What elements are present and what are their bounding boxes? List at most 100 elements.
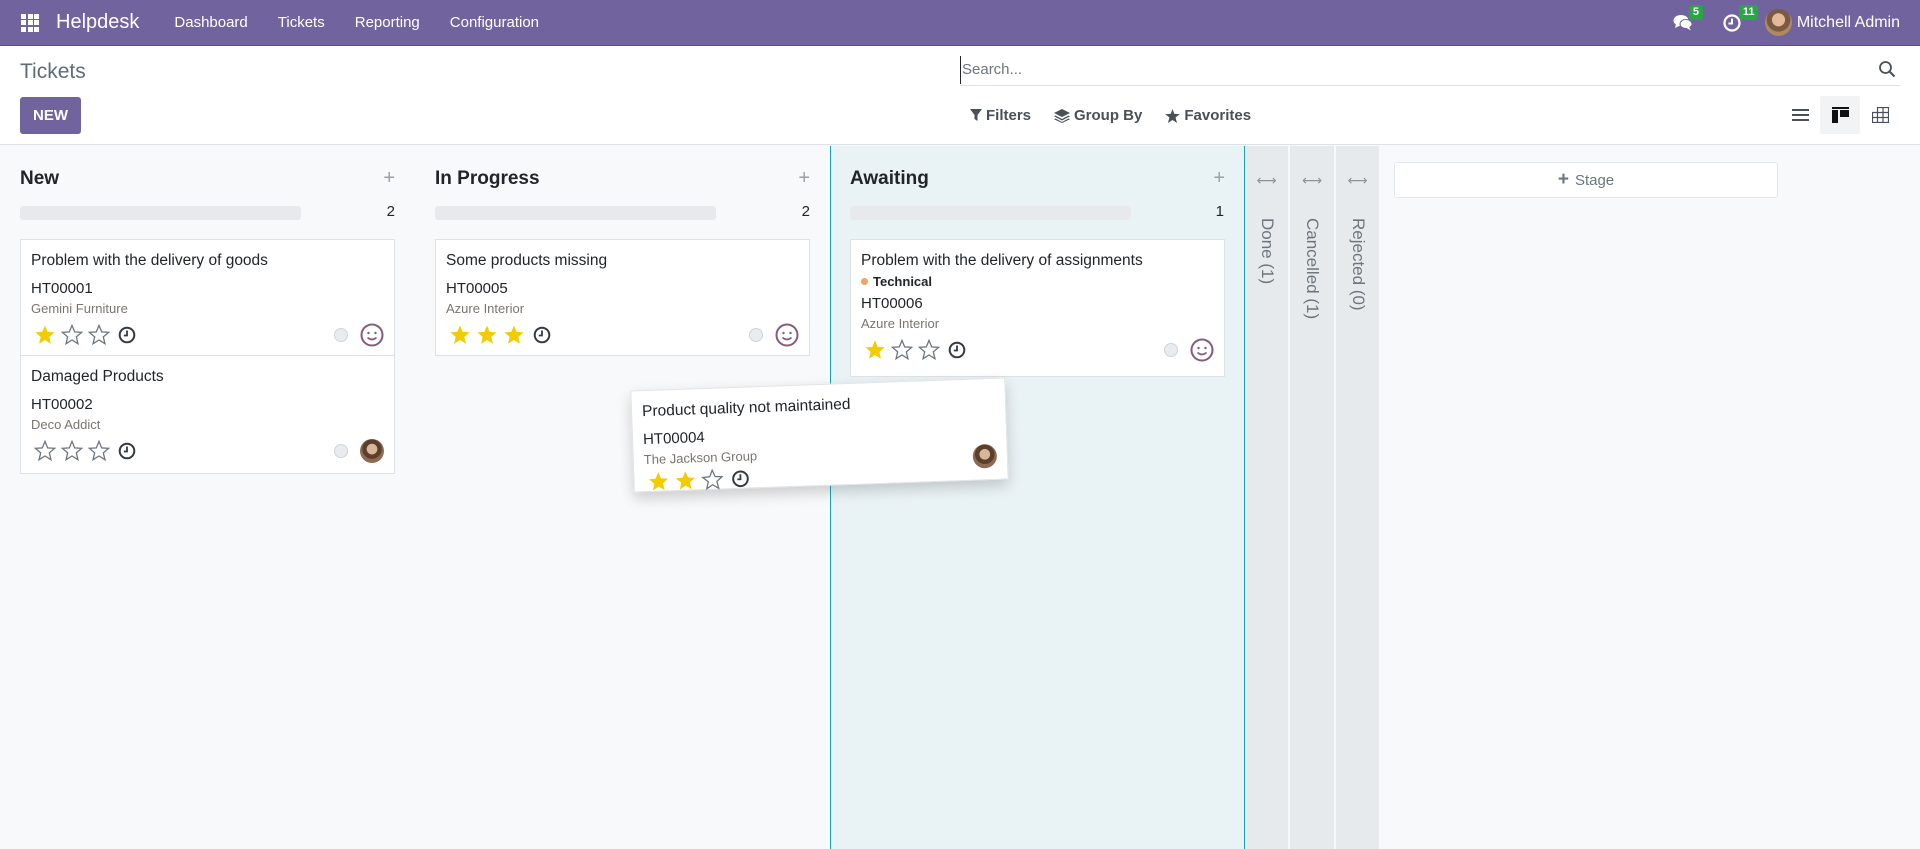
column-count: 1: [1215, 203, 1224, 220]
star-filled-icon[interactable]: [671, 468, 699, 493]
column-progress-bar[interactable]: [20, 206, 301, 220]
star-empty-icon[interactable]: [85, 323, 112, 347]
ticket-title: Damaged Products: [31, 368, 164, 385]
column-title[interactable]: In Progress: [435, 168, 540, 189]
folded-column-rejected[interactable]: ⟷ Rejected (0): [1336, 146, 1379, 849]
star-empty-icon[interactable]: [888, 338, 915, 362]
messages-button[interactable]: 5: [1673, 5, 1703, 31]
kanban-state-indicator[interactable]: [1164, 343, 1178, 357]
star-filled-icon[interactable]: [446, 323, 473, 347]
menu-reporting[interactable]: Reporting: [355, 14, 420, 31]
column-title[interactable]: Awaiting: [850, 168, 929, 189]
assignee-avatar[interactable]: [972, 443, 998, 469]
menu-configuration[interactable]: Configuration: [450, 14, 539, 31]
filters-button[interactable]: Filters: [970, 107, 1031, 124]
activities-count-badge: 11: [1738, 4, 1759, 20]
star-empty-icon[interactable]: [31, 439, 58, 463]
star-filled-icon[interactable]: [644, 469, 672, 494]
kanban-state-indicator[interactable]: [334, 444, 348, 458]
view-switcher: [1780, 96, 1900, 134]
search-input[interactable]: [960, 55, 1860, 84]
activity-clock-icon[interactable]: [533, 326, 551, 344]
column-header: Awaiting +: [850, 168, 1225, 192]
star-filled-icon[interactable]: [861, 338, 888, 362]
favorites-label: Favorites: [1184, 107, 1252, 124]
ticket-partner: Gemini Furniture: [31, 301, 128, 316]
smiley-avatar-icon[interactable]: [360, 323, 384, 347]
column-progress-bar[interactable]: [850, 206, 1131, 220]
filters-label: Filters: [986, 107, 1032, 124]
ticket-partner: Azure Interior: [861, 316, 940, 331]
ticket-partner: Azure Interior: [446, 301, 525, 316]
ticket-ref: HT00006: [861, 295, 923, 312]
ticket-title: Some products missing: [446, 252, 608, 269]
star-empty-icon[interactable]: [58, 439, 85, 463]
quick-create-icon[interactable]: +: [1213, 168, 1225, 188]
kanban-column-in-progress: In Progress + 2 Some products missing HT…: [415, 146, 830, 849]
menu-dashboard[interactable]: Dashboard: [174, 14, 247, 31]
activity-clock-icon[interactable]: [948, 341, 966, 359]
ticket-card[interactable]: Problem with the delivery of goods HT000…: [20, 239, 395, 356]
ticket-card[interactable]: Damaged Products HT00002 Deco Addict: [20, 356, 395, 474]
smiley-avatar-icon[interactable]: [775, 323, 799, 347]
group-by-label: Group By: [1074, 107, 1143, 124]
apps-menu-icon[interactable]: [21, 13, 39, 32]
ticket-card[interactable]: Problem with the delivery of assignments…: [850, 239, 1225, 377]
page-title: Tickets: [20, 60, 86, 83]
ticket-ref: HT00005: [446, 280, 508, 297]
priority-stars: [31, 439, 112, 463]
star-empty-icon[interactable]: [915, 338, 942, 362]
search-options: Filters Group By Favorites: [970, 107, 1274, 124]
ticket-title: Problem with the delivery of goods: [31, 252, 268, 269]
kanban-state-indicator[interactable]: [749, 328, 763, 342]
new-button[interactable]: NEW: [20, 97, 81, 134]
star-filled-icon[interactable]: [31, 323, 58, 347]
column-count: 2: [801, 203, 810, 220]
folded-column-label: Rejected (0): [1348, 218, 1368, 311]
dragged-ticket-card[interactable]: Product quality not maintained HT00004 T…: [630, 377, 1009, 494]
quick-create-icon[interactable]: +: [383, 168, 395, 188]
star-filled-icon[interactable]: [473, 323, 500, 347]
assignee-avatar[interactable]: [360, 439, 384, 463]
column-progress-bar[interactable]: [435, 206, 716, 220]
ticket-title: Problem with the delivery of assignments: [861, 252, 1143, 269]
messages-count-badge: 5: [1688, 5, 1703, 20]
column-header: In Progress +: [435, 168, 810, 192]
user-name: Mitchell Admin: [1796, 13, 1900, 31]
priority-stars: [31, 323, 112, 347]
group-by-button[interactable]: Group By: [1054, 107, 1142, 124]
activity-clock-icon[interactable]: [118, 442, 136, 460]
activities-button[interactable]: 11: [1723, 4, 1759, 32]
tag-label: Technical: [873, 274, 933, 289]
list-view-button[interactable]: [1780, 96, 1820, 134]
favorites-button[interactable]: Favorites: [1165, 107, 1251, 124]
star-empty-icon[interactable]: [58, 323, 85, 347]
ticket-ref: HT00002: [31, 396, 93, 413]
column-title[interactable]: New: [20, 168, 59, 189]
menu-tickets[interactable]: Tickets: [278, 14, 325, 31]
smiley-avatar-icon[interactable]: [1190, 338, 1214, 362]
ticket-card[interactable]: Some products missing HT00005 Azure Inte…: [435, 239, 810, 356]
app-brand[interactable]: Helpdesk: [56, 11, 139, 34]
add-stage-button[interactable]: + Stage: [1394, 162, 1778, 198]
expand-arrows-icon: ⟷: [1301, 172, 1323, 188]
priority-stars: [446, 323, 527, 347]
search-icon[interactable]: [1878, 60, 1896, 78]
folded-column-done[interactable]: ⟷ Done (1): [1245, 146, 1288, 849]
control-panel: Tickets NEW Filters Group By Favorites: [0, 46, 1920, 145]
star-filled-icon[interactable]: [500, 323, 527, 347]
star-empty-icon[interactable]: [698, 467, 726, 492]
quick-create-icon[interactable]: +: [798, 168, 810, 188]
user-menu[interactable]: Mitchell Admin: [1764, 9, 1900, 36]
pivot-view-button[interactable]: [1860, 96, 1900, 134]
kanban-view-button[interactable]: [1820, 96, 1860, 134]
activity-clock-icon[interactable]: [118, 326, 136, 344]
star-empty-icon[interactable]: [85, 439, 112, 463]
kanban-column-new: New + 2 Problem with the delivery of goo…: [0, 146, 415, 849]
filter-icon: [970, 109, 982, 121]
kanban-state-indicator[interactable]: [334, 328, 348, 342]
activity-clock-icon[interactable]: [731, 469, 750, 488]
ticket-tag: Technical: [861, 274, 1214, 289]
folded-column-cancelled[interactable]: ⟷ Cancelled (1): [1290, 146, 1334, 849]
ticket-partner: Deco Addict: [31, 417, 101, 432]
